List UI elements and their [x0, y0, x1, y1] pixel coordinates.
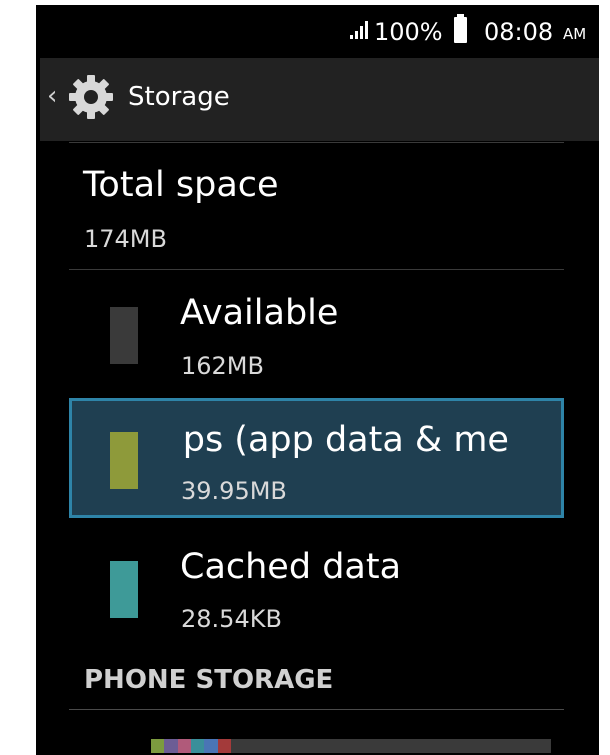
divider — [69, 269, 564, 270]
signal-icon — [350, 21, 372, 39]
page-title: Storage — [128, 82, 230, 112]
cached-color-swatch — [110, 561, 138, 618]
available-color-swatch — [110, 307, 138, 364]
gear-icon[interactable] — [66, 72, 116, 122]
cached-value: 28.54KB — [181, 605, 282, 633]
apps-title-marquee: ıps (app data & me — [181, 415, 538, 475]
usage-segment — [217, 739, 231, 753]
available-value: 162MB — [181, 352, 264, 380]
available-title: Available — [180, 293, 339, 333]
chevron-left-icon[interactable]: ‹ — [47, 81, 57, 111]
status-bar: 100% 08:08 AM — [36, 5, 599, 57]
apps-title: ıps (app data & me — [181, 420, 509, 460]
clock-ampm: AM — [563, 25, 587, 43]
usage-segment — [177, 739, 191, 753]
battery-icon — [454, 14, 467, 43]
action-bar: ‹ Storage — [40, 58, 599, 141]
total-space-title: Total space — [83, 165, 279, 205]
section-header-phone-storage: PHONE STORAGE — [84, 665, 334, 695]
storage-usage-bar — [151, 739, 551, 753]
usage-segment — [204, 739, 218, 753]
usage-segment — [151, 739, 165, 753]
battery-percent: 100% — [374, 18, 443, 46]
usage-segment — [190, 739, 205, 753]
divider — [69, 142, 564, 143]
device-screen: 100% 08:08 AM ‹ Storage Total space 174M… — [36, 5, 599, 755]
divider — [69, 709, 564, 710]
cached-title: Cached data — [180, 547, 402, 587]
total-space-value: 174MB — [84, 225, 167, 253]
usage-segment — [164, 739, 178, 753]
clock: 08:08 — [484, 18, 554, 46]
apps-value: 39.95MB — [181, 477, 287, 505]
apps-color-swatch — [110, 432, 138, 489]
